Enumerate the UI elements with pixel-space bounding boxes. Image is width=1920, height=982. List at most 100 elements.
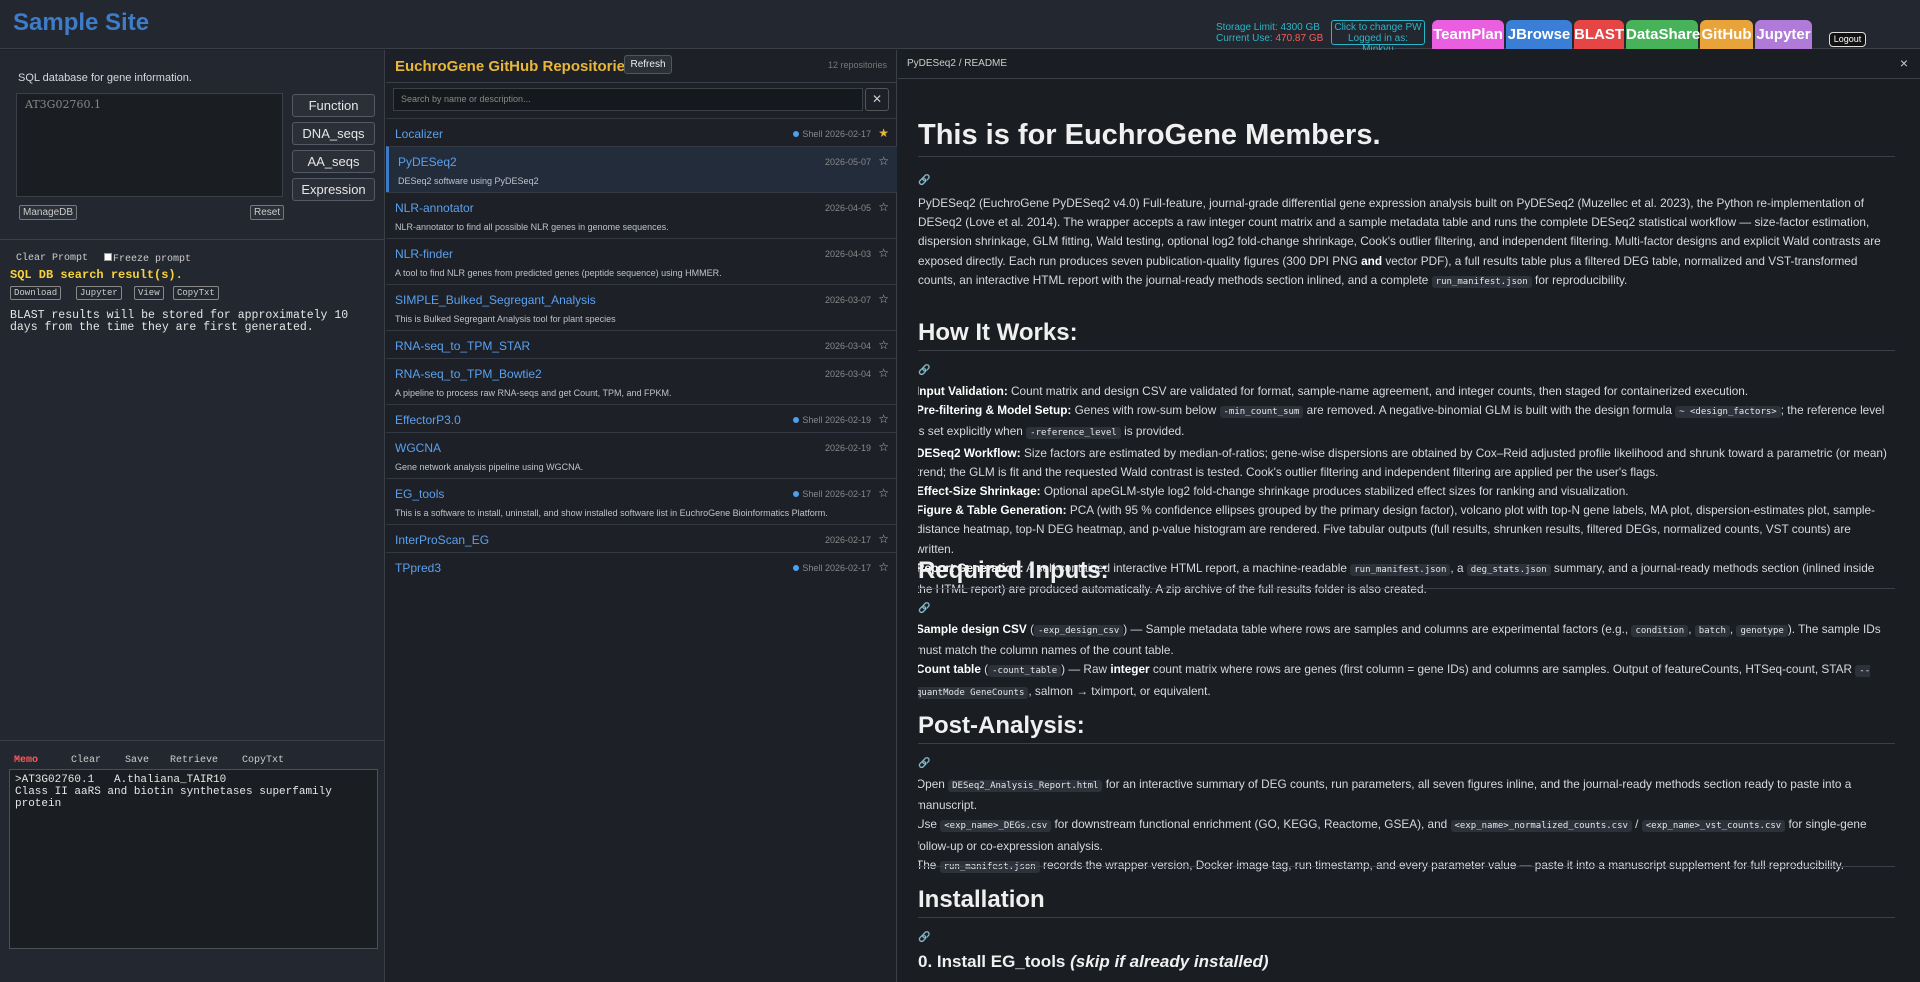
repo-name[interactable]: NLR-annotator [395, 201, 474, 215]
repo-row[interactable]: Localizer Shell 2026-02-17 ★ [386, 118, 897, 146]
repo-row[interactable]: PyDESeq2 DESeq2 software using PyDESeq2 20… [386, 146, 897, 192]
list-item: Pre-filtering & Model Setup: Genes with … [918, 401, 1892, 443]
link-icon[interactable]: 🔗 [918, 365, 930, 376]
divider [918, 156, 1895, 157]
memo-retrieve-button[interactable]: Retrieve [170, 755, 218, 766]
repo-row[interactable]: RNA-seq_to_TPM_Bowtie2 A pipeline to proc… [386, 358, 897, 404]
star-icon[interactable]: ☆ [878, 292, 889, 306]
repo-name[interactable]: NLR-finder [395, 247, 453, 261]
repo-row[interactable]: TPpred3 Shell 2026-02-17 ☆ [386, 552, 897, 580]
repo-name[interactable]: TPpred3 [395, 561, 441, 575]
reset-button[interactable]: Reset [250, 205, 285, 220]
sql-query-input[interactable]: AT3G02760.1 [16, 93, 283, 197]
link-icon[interactable]: 🔗 [918, 932, 930, 943]
list-item: Input Validation: Count matrix and desig… [918, 382, 1892, 401]
repo-name[interactable]: PyDESeq2 [398, 155, 457, 169]
repo-date: 2026-05-07 [824, 157, 871, 167]
results-panel: Clear Prompt Freeze prompt SQL DB search… [0, 240, 385, 740]
close-icon[interactable]: × [1900, 55, 1908, 71]
dna-seqs-button[interactable]: DNA_seqs [292, 122, 375, 145]
memo-copytxt-button[interactable]: CopyTxt [242, 755, 284, 766]
refresh-button[interactable]: Refresh [624, 55, 672, 74]
star-icon[interactable]: ☆ [878, 440, 889, 454]
link-icon[interactable]: 🔗 [918, 758, 930, 769]
repo-row[interactable]: SIMPLE_Bulked_Segregant_Analysis This is … [386, 284, 897, 330]
function-button[interactable]: Function [292, 94, 375, 117]
repo-name[interactable]: RNA-seq_to_TPM_Bowtie2 [395, 367, 542, 381]
repo-row[interactable]: RNA-seq_to_TPM_STAR 2026-03-04 ☆ [386, 330, 897, 358]
star-icon[interactable]: ☆ [878, 200, 889, 214]
repo-row[interactable]: NLR-annotator NLR-annotator to find all p… [386, 192, 897, 238]
repo-row[interactable]: NLR-finder A tool to find NLR genes from … [386, 238, 897, 284]
link-icon[interactable]: 🔗 [918, 175, 930, 186]
repo-name[interactable]: EffectorP3.0 [395, 413, 461, 427]
repo-row[interactable]: EG_tools This is a software to install, u… [386, 478, 897, 524]
repo-search-input[interactable]: Search by name or description... [393, 88, 863, 111]
repo-meta: 2026-02-17 [825, 535, 871, 545]
repo-name[interactable]: Localizer [395, 127, 443, 141]
site-title[interactable]: Sample Site [13, 9, 149, 37]
star-icon[interactable]: ☆ [878, 532, 889, 546]
repo-name[interactable]: InterProScan_EG [395, 533, 489, 547]
star-icon[interactable]: ☆ [878, 366, 889, 380]
star-icon[interactable]: ☆ [878, 486, 889, 500]
nav-jbrowse[interactable]: JBrowse [1506, 20, 1572, 49]
repo-date: 2026-02-17 [824, 489, 871, 499]
nav-jupyter[interactable]: Jupyter [1755, 20, 1812, 49]
repo-language: Shell [802, 129, 823, 139]
repo-name[interactable]: EG_tools [395, 487, 444, 501]
nav-blast[interactable]: BLAST [1574, 20, 1624, 49]
left-panel: SQL database for gene information. AT3G0… [0, 50, 385, 982]
change-password-button[interactable]: Click to change PW Logged in as: Minkyu [1331, 20, 1425, 55]
nav-teamplan[interactable]: TeamPlan [1432, 20, 1504, 49]
storage-limit-value: 4300 GB [1280, 22, 1320, 33]
nav-datashare[interactable]: DataShare [1626, 20, 1700, 49]
readme-content: This is for EuchroGene Members. 🔗 PyDESe… [918, 79, 1898, 982]
repo-row[interactable]: EffectorP3.0 Shell 2026-02-19 ☆ [386, 404, 897, 432]
sql-label: SQL database for gene information. [18, 72, 192, 84]
readme-panel: PyDESeq2 / README × This is for EuchroGe… [898, 50, 1920, 982]
repo-date: 2026-03-07 [824, 295, 871, 305]
memo-label: Memo [14, 755, 39, 766]
repo-name[interactable]: RNA-seq_to_TPM_STAR [395, 339, 530, 353]
divider [386, 82, 897, 83]
star-icon[interactable]: ☆ [878, 412, 889, 426]
logout-button[interactable]: Logout [1829, 32, 1866, 47]
divider [918, 588, 1895, 589]
repo-row[interactable]: InterProScan_EG 2026-02-17 ☆ [386, 524, 897, 552]
star-icon[interactable]: ☆ [878, 246, 889, 260]
repo-description: This is a software to install, uninstall… [395, 508, 828, 518]
repo-row[interactable]: WGCNA Gene network analysis pipeline usin… [386, 432, 897, 478]
repo-language: Shell [802, 415, 823, 425]
memo-clear-button[interactable]: Clear [71, 755, 101, 766]
star-icon[interactable]: ☆ [878, 338, 889, 352]
repo-name[interactable]: SIMPLE_Bulked_Segregant_Analysis [395, 293, 596, 307]
clear-prompt-button[interactable]: Clear Prompt [16, 253, 88, 264]
repo-meta: 2026-03-07 [825, 295, 871, 305]
repo-meta: 2026-03-04 [825, 369, 871, 379]
aa-seqs-button[interactable]: AA_seqs [292, 150, 375, 173]
star-icon[interactable]: ★ [878, 126, 889, 140]
language-dot-icon [793, 491, 800, 497]
readme-header: PyDESeq2 / README × [898, 50, 1920, 79]
freeze-prompt-toggle[interactable]: Freeze prompt [104, 253, 191, 265]
repo-meta: 2026-04-05 [825, 203, 871, 213]
star-icon[interactable]: ☆ [878, 560, 889, 574]
memo-textarea[interactable]: >AT3G02760.1 A.thaliana_TAIR10 Class II … [9, 769, 378, 949]
star-icon[interactable]: ☆ [878, 154, 889, 168]
link-icon[interactable]: 🔗 [918, 603, 930, 614]
copytxt-button[interactable]: CopyTxt [173, 286, 219, 300]
freeze-checkbox[interactable] [104, 253, 112, 261]
download-button[interactable]: Download [10, 286, 62, 300]
nav-github[interactable]: GitHub [1700, 20, 1753, 49]
language-dot-icon [793, 565, 800, 571]
managedb-button[interactable]: ManageDB [19, 205, 78, 220]
memo-save-button[interactable]: Save [125, 755, 149, 766]
expression-button[interactable]: Expression [292, 178, 375, 201]
repo-date: 2026-04-05 [824, 203, 871, 213]
search-clear-button[interactable]: ✕ [865, 88, 889, 111]
repo-name[interactable]: WGCNA [395, 441, 441, 455]
jupyter-button[interactable]: Jupyter [76, 286, 122, 300]
view-button[interactable]: View [134, 286, 164, 300]
repo-list: Localizer Shell 2026-02-17 ★ PyDESeq2 DESeq2… [386, 118, 897, 580]
